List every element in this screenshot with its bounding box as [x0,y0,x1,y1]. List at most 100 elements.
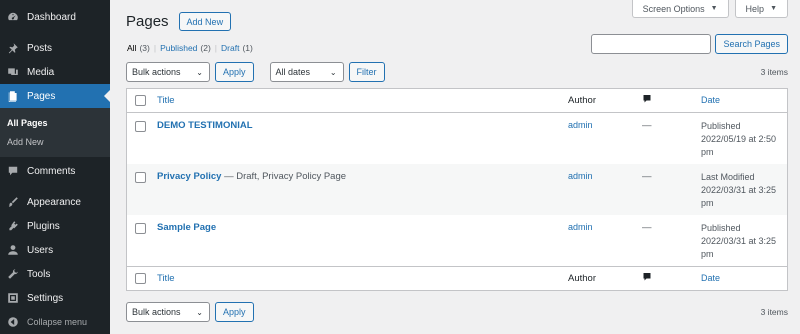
bulk-actions-select-bottom[interactable]: Bulk actions ⌄ [126,302,210,322]
sidebar-item-label: Tools [27,268,51,280]
author-column-header: Author [568,95,596,106]
apply-button[interactable]: Apply [215,62,254,82]
main-content: Screen Options ▼ Help ▼ Pages Add New Al… [110,0,800,334]
pages-icon [7,90,19,102]
date-column-header[interactable]: Date [701,94,787,107]
author-link[interactable]: admin [568,222,593,232]
row-checkbox[interactable] [134,172,146,183]
filter-published-link[interactable]: Published (2) [160,43,211,53]
submenu-all-pages[interactable]: All Pages [0,113,110,132]
chevron-down-icon: ⌄ [196,67,203,77]
page-title-link[interactable]: Sample Page [157,222,216,233]
row-checkbox[interactable] [134,223,146,234]
table-header-row: Title Author Date [127,89,787,113]
date-cell: Published 2022/03/31 at 3:25 pm [701,215,787,266]
wrench-icon [7,268,19,280]
author-cell: admin [568,164,642,215]
caret-down-icon: ▼ [770,5,777,12]
row-checkbox-cell [127,113,153,164]
filter-button[interactable]: Filter [348,62,385,82]
date-value: 2022/03/31 at 3:25 pm [701,185,777,208]
sidebar-item-label: Settings [27,292,64,304]
chevron-down-icon: ⌄ [196,307,203,317]
admin-sidebar: Dashboard Posts Media Pages All Pages Ad… [0,0,110,334]
brush-icon [7,196,19,208]
users-icon [7,244,19,256]
sidebar-item-label: Media [27,66,55,78]
date-column-footer[interactable]: Date [701,272,787,285]
select-all-checkbox[interactable] [134,95,146,106]
screen-options-button[interactable]: Screen Options ▼ [631,0,729,18]
filter-published-count: (2) [200,43,211,53]
screen-meta-links: Screen Options ▼ Help ▼ [631,0,788,18]
author-link[interactable]: admin [568,120,593,130]
row-checkbox-cell [127,164,153,215]
filter-draft-count: (1) [242,43,253,53]
sidebar-item-plugins[interactable]: Plugins [0,214,110,238]
filter-all-label: All [127,43,137,53]
page-title-link[interactable]: DEMO TESTIMONIAL [157,120,253,131]
sidebar-item-comments[interactable]: Comments [0,159,110,183]
help-label: Help [745,3,765,14]
items-count-top: 3 items [760,67,788,77]
collapse-menu-button[interactable]: Collapse menu [0,310,110,334]
date-cell: Last Modified 2022/03/31 at 3:25 pm [701,164,787,215]
bulk-actions-select[interactable]: Bulk actions ⌄ [126,62,210,82]
title-column-header[interactable]: Title [153,95,568,106]
date-value: 2022/05/19 at 2:50 pm [701,134,777,157]
sidebar-item-tools[interactable]: Tools [0,262,110,286]
search-input[interactable] [591,34,712,54]
items-count-bottom: 3 items [760,307,788,317]
comments-count: — [642,222,652,233]
table-footer-row: Title Author Date [127,266,787,290]
sidebar-item-pages[interactable]: Pages [0,84,110,108]
media-icon [7,66,19,78]
filter-draft-label: Draft [221,43,240,53]
comments-column-header [642,94,701,107]
row-checkbox[interactable] [134,121,146,132]
title-cell: Privacy Policy — Draft, Privacy Policy P… [153,164,568,215]
title-column-footer[interactable]: Title [153,273,568,284]
comments-count: — [642,171,652,182]
sidebar-item-label: Dashboard [27,11,76,23]
select-all-checkbox[interactable] [134,273,146,284]
bulk-actions-value: Bulk actions [132,307,181,317]
title-cell: DEMO TESTIMONIAL [153,113,568,164]
table-row: Sample Page admin — Published 2022/03/31… [127,215,787,266]
search-pages-button[interactable]: Search Pages [715,34,788,54]
bulk-actions-value: Bulk actions [132,67,181,77]
comments-cell: — [642,164,701,215]
dashboard-icon [7,11,19,23]
sidebar-item-media[interactable]: Media [0,60,110,84]
pages-table: Title Author Date DEMO TESTIMONIAL admin… [126,88,788,291]
apply-button-bottom[interactable]: Apply [215,302,254,322]
select-all-cell [127,95,153,106]
comment-icon [7,165,19,177]
sidebar-item-label: Posts [27,42,53,54]
help-button[interactable]: Help ▼ [734,0,788,18]
table-row: DEMO TESTIMONIAL admin — Published 2022/… [127,113,787,164]
pages-submenu: All Pages Add New [0,108,110,157]
comment-bubble-icon [642,94,652,104]
author-link[interactable]: admin [568,171,593,181]
plugin-icon [7,220,19,232]
dates-filter-select[interactable]: All dates ⌄ [269,62,344,82]
sidebar-item-label: Plugins [27,220,60,232]
sidebar-item-posts[interactable]: Posts [0,36,110,60]
sidebar-item-settings[interactable]: Settings [0,286,110,310]
author-cell: admin [568,215,642,266]
sidebar-item-appearance[interactable]: Appearance [0,190,110,214]
date-status: Published [701,121,741,131]
tablenav-bottom: Bulk actions ⌄ Apply [126,302,254,322]
filter-all-link[interactable]: All (3) [127,43,150,53]
sidebar-item-users[interactable]: Users [0,238,110,262]
sidebar-item-label: Comments [27,165,76,177]
page-title-link[interactable]: Privacy Policy [157,171,221,182]
date-cell: Published 2022/05/19 at 2:50 pm [701,113,787,164]
submenu-add-new[interactable]: Add New [0,132,110,151]
sidebar-item-dashboard[interactable]: Dashboard [0,5,110,29]
add-new-button[interactable]: Add New [178,12,232,31]
date-status: Published [701,223,741,233]
comment-bubble-icon [642,272,652,282]
filter-draft-link[interactable]: Draft (1) [221,43,253,53]
